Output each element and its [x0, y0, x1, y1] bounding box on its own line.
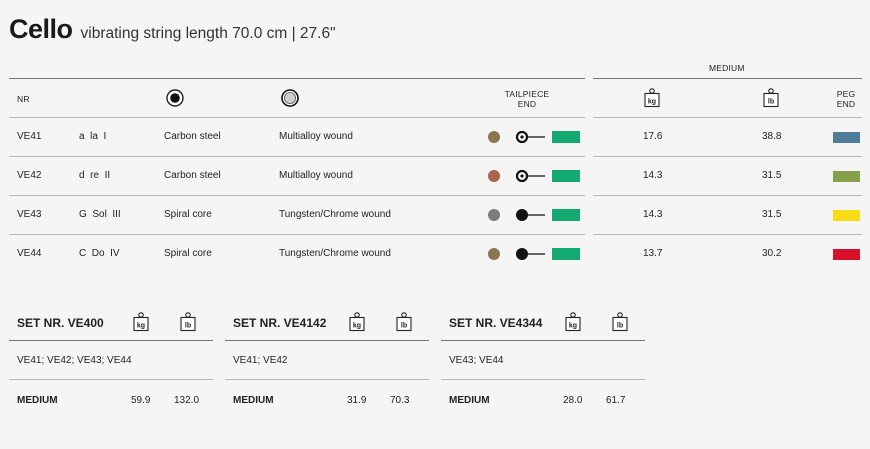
- set-strings: VE41; VE42: [233, 355, 288, 366]
- svg-text:kg: kg: [648, 99, 656, 106]
- string-winding: Multialloy wound: [279, 170, 353, 181]
- string-core: Carbon steel: [164, 131, 221, 142]
- header-rule: [9, 117, 585, 118]
- set-rule: [225, 340, 429, 341]
- string-core: Spiral core: [164, 248, 212, 259]
- ball-end-color-dot: [488, 248, 500, 260]
- set-title: SET NR. VE4344: [449, 316, 543, 330]
- tailpiece-color-swatch: [552, 131, 580, 143]
- string-nr: VE41: [17, 131, 42, 142]
- tension-lb: 31.5: [762, 209, 782, 220]
- ball-end-color-dot: [488, 209, 500, 221]
- set-rule: [441, 340, 645, 341]
- tension-lb: 38.8: [762, 131, 782, 142]
- set-tension-kg: 31.9: [347, 395, 367, 406]
- loop-end-icon: [515, 130, 545, 144]
- tension-kg: 14.3: [643, 209, 663, 220]
- tension-kg: 17.6: [643, 131, 663, 142]
- tension-lb: 31.5: [762, 170, 782, 181]
- ball-end-icon: [516, 209, 545, 221]
- ball-end-color-dot: [488, 170, 500, 182]
- weight-kg-icon: kg: [565, 312, 581, 332]
- svg-text:kg: kg: [353, 323, 361, 330]
- string-core: Carbon steel: [164, 170, 221, 181]
- svg-text:lb: lb: [768, 99, 774, 106]
- column-header-nr: NR: [17, 94, 30, 104]
- svg-text:lb: lb: [617, 323, 623, 330]
- set-title: SET NR. VE400: [17, 316, 104, 330]
- tension-kg: 13.7: [643, 248, 663, 259]
- svg-text:lb: lb: [185, 323, 191, 330]
- set-tension-kg: 59.9: [131, 395, 151, 406]
- string-core: Spiral core: [164, 209, 212, 220]
- peg-end-color-swatch: [833, 171, 860, 182]
- weight-kg-icon: kg: [133, 312, 149, 332]
- string-nr: VE43: [17, 209, 42, 220]
- string-note: G Sol III: [79, 209, 121, 220]
- row-divider: [9, 156, 585, 157]
- ball-end-color-dot: [488, 131, 500, 143]
- peg-end-color-swatch: [833, 249, 860, 260]
- set-title: SET NR. VE4142: [233, 316, 327, 330]
- table-top-rule: [9, 78, 585, 79]
- weight-lb-icon: lb: [180, 312, 196, 332]
- set-tension-lb: 132.0: [174, 395, 200, 406]
- tension-label: MEDIUM: [709, 63, 745, 73]
- column-header-tailpiece: TAILPIECE END: [504, 89, 550, 109]
- weight-lb-icon: lb: [612, 312, 628, 332]
- tension-top-rule: [593, 78, 862, 79]
- string-nr: VE42: [17, 170, 42, 181]
- page-subtitle: vibrating string length 70.0 cm | 27.6": [80, 25, 336, 42]
- set-tension-lb: 61.7: [606, 395, 626, 406]
- set-tension-kg: 28.0: [563, 395, 583, 406]
- string-note: C Do IV: [79, 248, 120, 259]
- string-note: a la I: [79, 131, 107, 142]
- svg-text:lb: lb: [401, 323, 407, 330]
- tension-kg: 14.3: [643, 170, 663, 181]
- core-solid-icon: [166, 89, 184, 107]
- set-rule: [9, 340, 213, 341]
- svg-text:kg: kg: [569, 323, 577, 330]
- string-winding: Tungsten/Chrome wound: [279, 248, 391, 259]
- weight-kg-icon: kg: [349, 312, 365, 332]
- row-divider: [9, 195, 585, 196]
- set-tension-label: MEDIUM: [449, 395, 490, 406]
- loop-end-icon: [515, 169, 545, 183]
- set-rule: [225, 379, 429, 380]
- set-tension-lb: 70.3: [390, 395, 410, 406]
- row-divider: [9, 234, 585, 235]
- row-divider: [593, 195, 862, 196]
- peg-end-color-swatch: [833, 210, 860, 221]
- winding-ring-icon: [281, 89, 299, 107]
- column-header-peg: PEG END: [836, 89, 856, 109]
- page-header: Cello vibrating string length 70.0 cm | …: [9, 14, 336, 45]
- tailpiece-color-swatch: [552, 170, 580, 182]
- string-winding: Tungsten/Chrome wound: [279, 209, 391, 220]
- tension-lb: 30.2: [762, 248, 782, 259]
- string-note: d re II: [79, 170, 111, 181]
- ball-end-icon: [516, 248, 545, 260]
- row-divider: [593, 234, 862, 235]
- page-title: Cello: [9, 14, 73, 44]
- set-strings: VE43; VE44: [449, 355, 504, 366]
- weight-lb-icon: lb: [763, 88, 779, 108]
- svg-text:kg: kg: [137, 323, 145, 330]
- set-tension-label: MEDIUM: [17, 395, 58, 406]
- row-divider: [593, 156, 862, 157]
- string-nr: VE44: [17, 248, 42, 259]
- set-strings: VE41; VE42; VE43; VE44: [17, 355, 132, 366]
- tailpiece-color-swatch: [552, 248, 580, 260]
- string-winding: Multialloy wound: [279, 131, 353, 142]
- tailpiece-color-swatch: [552, 209, 580, 221]
- weight-kg-icon: kg: [644, 88, 660, 108]
- set-rule: [9, 379, 213, 380]
- weight-lb-icon: lb: [396, 312, 412, 332]
- set-tension-label: MEDIUM: [233, 395, 274, 406]
- header-rule-tension: [593, 117, 862, 118]
- peg-end-color-swatch: [833, 132, 860, 143]
- set-rule: [441, 379, 645, 380]
